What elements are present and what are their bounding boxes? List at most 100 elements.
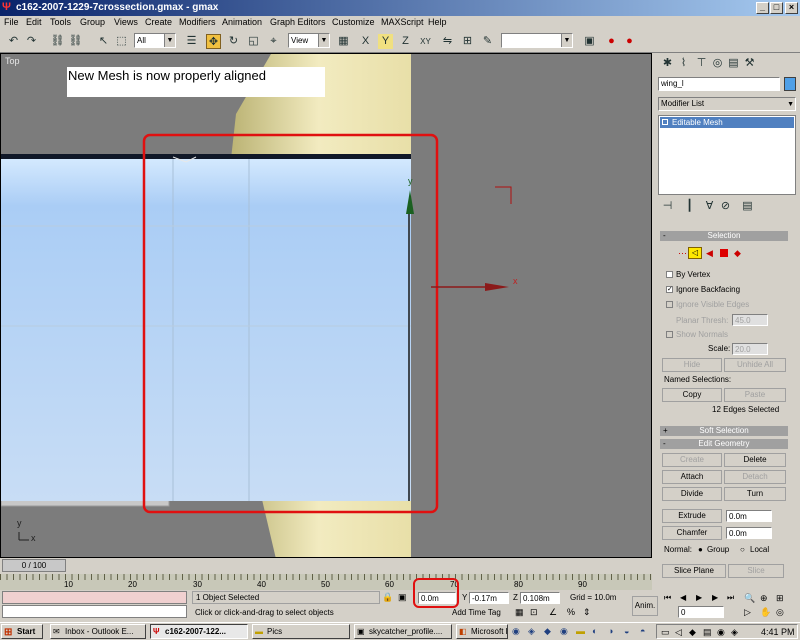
delete-button[interactable]: Delete bbox=[724, 453, 786, 467]
copy-button[interactable]: Copy bbox=[662, 388, 722, 402]
viewport-top[interactable]: Top New Mesh is now properly aligned x y… bbox=[0, 53, 652, 558]
tray-icon[interactable]: ◑ bbox=[608, 626, 613, 636]
hide-button[interactable]: Hide bbox=[662, 358, 722, 372]
turn-button[interactable]: Turn bbox=[724, 487, 786, 501]
remove-modifier-icon[interactable]: ⊘ bbox=[718, 199, 733, 214]
menu-graph-editors[interactable]: Graph Editors bbox=[270, 17, 326, 27]
add-time-tag-label[interactable]: Add Time Tag bbox=[452, 608, 501, 617]
zoom-all-icon[interactable]: ⊕ bbox=[760, 593, 768, 604]
reference-coordinate-dropdown[interactable]: View ▼ bbox=[288, 33, 330, 48]
printer-icon[interactable]: ▤ bbox=[703, 627, 712, 638]
menu-customize[interactable]: Customize bbox=[332, 17, 375, 27]
time-config-icon[interactable]: ▦ bbox=[515, 607, 524, 618]
menu-file[interactable]: File bbox=[4, 17, 19, 27]
close-button[interactable]: × bbox=[785, 2, 798, 14]
vertex-level-icon[interactable]: ⋯ bbox=[678, 248, 687, 259]
create-button[interactable]: Create bbox=[662, 453, 722, 467]
quick-render-icon[interactable]: ● bbox=[622, 34, 637, 49]
select-by-name-icon[interactable]: ☰ bbox=[184, 34, 199, 49]
antivirus-icon[interactable]: ◉ bbox=[717, 627, 725, 638]
hierarchy-tab-icon[interactable]: ⊤ bbox=[694, 56, 709, 71]
taskbar-item-powerpoint[interactable]: ◧ Microsoft Power... bbox=[456, 624, 508, 639]
soft-selection-rollout-header[interactable]: + Soft Selection bbox=[660, 426, 788, 436]
snap-icon[interactable]: ✎ bbox=[480, 34, 495, 49]
scale-field[interactable]: 20.0 bbox=[732, 343, 768, 355]
undo-icon[interactable]: ↶ bbox=[6, 34, 21, 49]
play-icon[interactable]: ▶ bbox=[696, 593, 702, 602]
taskbar-item-pics[interactable]: ▬ Pics bbox=[252, 624, 350, 639]
group-radio[interactable]: ● bbox=[698, 545, 703, 554]
region-select-icon[interactable]: ⬚ bbox=[114, 34, 129, 49]
by-vertex-checkbox[interactable] bbox=[666, 271, 673, 278]
ignore-visible-edges-checkbox[interactable] bbox=[666, 301, 673, 308]
tray-icon[interactable]: ◉ bbox=[512, 626, 520, 637]
security-icon[interactable]: ◆ bbox=[689, 627, 696, 638]
rotate-icon[interactable]: ↻ bbox=[226, 34, 241, 49]
angle-snap-icon[interactable]: ∠ bbox=[549, 607, 557, 618]
extrude-amount-field[interactable]: 0.0m bbox=[726, 510, 772, 522]
pin-stack-icon[interactable]: ⊣ bbox=[660, 199, 675, 214]
y-coordinate-field[interactable]: -0.17m bbox=[469, 592, 509, 604]
polygon-level-icon[interactable] bbox=[720, 249, 728, 257]
menu-create[interactable]: Create bbox=[145, 17, 172, 27]
unlink-icon[interactable]: ⛓ bbox=[68, 34, 83, 49]
absolute-mode-icon[interactable]: ▣ bbox=[398, 592, 407, 603]
taskbar-item-outlook[interactable]: ✉ Inbox - Outlook E... bbox=[50, 624, 146, 639]
unhide-all-button[interactable]: Unhide All bbox=[724, 358, 786, 372]
arc-rotate-icon[interactable]: ◎ bbox=[776, 607, 784, 618]
utilities-tab-icon[interactable]: ⚒ bbox=[742, 56, 757, 71]
divide-button[interactable]: Divide bbox=[662, 487, 722, 501]
render-icon[interactable]: ● bbox=[604, 34, 619, 49]
field-of-view-icon[interactable]: ▷ bbox=[744, 607, 751, 618]
mirror-icon[interactable]: ⇋ bbox=[440, 34, 455, 49]
expand-icon[interactable] bbox=[662, 119, 668, 125]
select-object-icon[interactable]: ↖ bbox=[96, 34, 111, 49]
pivot-center-icon[interactable]: ⌖ bbox=[266, 34, 281, 49]
menu-group[interactable]: Group bbox=[80, 17, 105, 27]
align-icon[interactable]: ⊞ bbox=[460, 34, 475, 49]
tray-icon[interactable]: ◆ bbox=[544, 626, 551, 637]
object-name-field[interactable]: wing_l bbox=[658, 77, 780, 91]
taskbar-item-gmax[interactable]: Ψ c162-2007-122... bbox=[150, 624, 248, 639]
selection-rollout-header[interactable]: - Selection bbox=[660, 231, 788, 241]
menu-tools[interactable]: Tools bbox=[50, 17, 71, 27]
element-level-icon[interactable]: ◆ bbox=[734, 248, 741, 259]
menu-maxscript[interactable]: MAXScript bbox=[381, 17, 424, 27]
planar-thresh-field[interactable]: 45.0 bbox=[732, 314, 768, 326]
pan-icon[interactable]: ✋ bbox=[760, 607, 771, 618]
menu-edit[interactable]: Edit bbox=[26, 17, 42, 27]
edge-level-icon[interactable]: ◁ bbox=[688, 247, 702, 259]
z-coordinate-field[interactable]: 0.108m bbox=[520, 592, 560, 604]
spinner-snap-icon[interactable]: ⇕ bbox=[583, 607, 591, 618]
tray-icon[interactable]: ▬ bbox=[576, 626, 585, 636]
menu-modifiers[interactable]: Modifiers bbox=[179, 17, 216, 27]
restrict-y-icon[interactable]: Y bbox=[378, 34, 393, 49]
select-and-link-icon[interactable]: ⛓ bbox=[50, 34, 65, 49]
material-editor-icon[interactable]: ▣ bbox=[582, 34, 597, 49]
restrict-x-icon[interactable]: X bbox=[358, 34, 373, 49]
restrict-z-icon[interactable]: Z bbox=[398, 34, 413, 49]
current-frame-field[interactable]: 0 bbox=[678, 606, 724, 618]
display-tab-icon[interactable]: ▤ bbox=[726, 56, 741, 71]
clock[interactable]: 4:41 PM bbox=[761, 627, 795, 637]
make-unique-icon[interactable]: ∀ bbox=[702, 199, 717, 214]
animate-button[interactable]: Anim. bbox=[632, 596, 658, 616]
chamfer-amount-field[interactable]: 0.0m bbox=[726, 527, 772, 539]
tray-icon[interactable]: ◓ bbox=[640, 626, 645, 636]
go-to-start-icon[interactable]: ⏮ bbox=[664, 593, 671, 603]
lock-selection-icon[interactable]: 🔒 bbox=[382, 592, 393, 603]
update-icon[interactable]: ◈ bbox=[731, 627, 738, 638]
create-tab-icon[interactable]: ✱ bbox=[660, 56, 675, 71]
zoom-icon[interactable]: 🔍 bbox=[744, 593, 755, 604]
extrude-button[interactable]: Extrude bbox=[662, 509, 722, 523]
selection-filter-dropdown[interactable]: All ▼ bbox=[134, 33, 176, 48]
scale-icon[interactable]: ◱ bbox=[246, 34, 261, 49]
track-bar[interactable]: 10 20 30 40 50 60 70 80 90 bbox=[0, 574, 652, 590]
maximize-button[interactable]: □ bbox=[770, 2, 783, 14]
slice-button[interactable]: Slice bbox=[728, 564, 784, 578]
viewport-label[interactable]: Top bbox=[5, 56, 20, 66]
ignore-backfacing-checkbox[interactable]: ✓ bbox=[666, 286, 673, 293]
local-radio[interactable]: ○ bbox=[740, 545, 745, 554]
edit-geometry-rollout-header[interactable]: - Edit Geometry bbox=[660, 439, 788, 449]
motion-tab-icon[interactable]: ◎ bbox=[710, 56, 725, 71]
